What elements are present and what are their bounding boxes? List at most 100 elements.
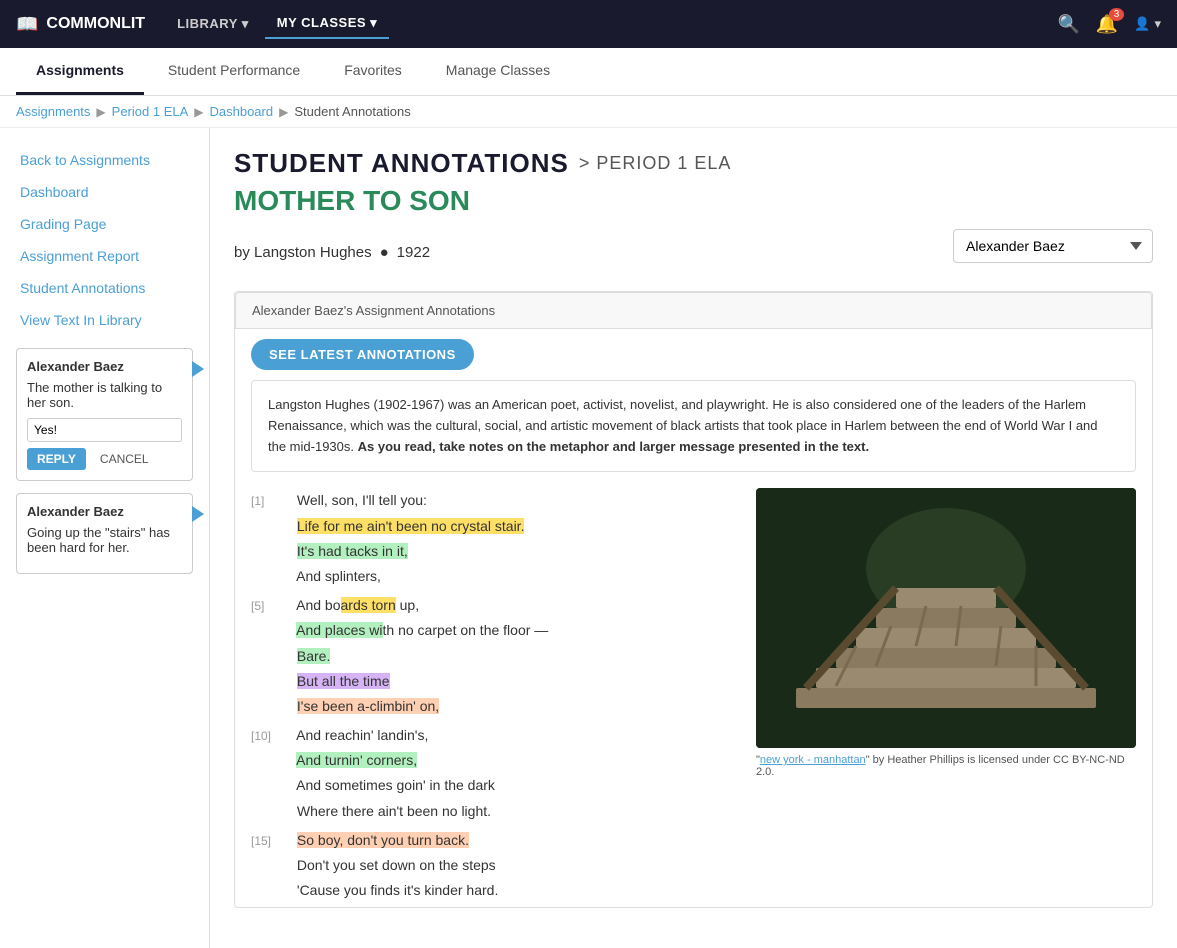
line-num-15: [15] [251,831,281,853]
line-num-5: [5] [251,596,281,618]
main-layout: Back to Assignments Dashboard Grading Pa… [0,128,1177,948]
annotation-header: Alexander Baez's Assignment Annotations [235,292,1152,329]
top-nav-menu: LIBRARY ▾ MY CLASSES ▾ [165,9,389,39]
line-1-4: And splinters, [251,564,736,589]
line-text-15-3: 'Cause you finds it's kinder hard. [297,882,498,898]
tab-assignments[interactable]: Assignments [16,48,144,95]
line-text-5-1c: up, [396,597,419,613]
comment-text-1: The mother is talking to her son. [27,380,182,410]
line-10-4: Where there ain't been no light. [251,799,736,824]
main-content: STUDENT ANNOTATIONS > Period 1 ELA MOTHE… [210,128,1177,948]
comment-arrow-1 [192,361,204,377]
logo[interactable]: 📖 COMMONLIT [16,14,145,35]
breadcrumb-arrow-1: ▶ [96,105,105,119]
stanza-5: [5] And boards torn up, And places with … [251,593,736,719]
poem-title: MOTHER TO SON [234,185,1153,217]
poem-author: by Langston Hughes [234,244,372,261]
line-5-4: But all the time [251,669,736,694]
line-5-1: [5] And boards torn up, [251,593,736,618]
stanza-1: [1] Well, son, I'll tell you: Life for m… [251,488,736,589]
sidebar-assignment-report[interactable]: Assignment Report [0,240,209,272]
annotation-block: Alexander Baez's Assignment Annotations … [234,291,1153,908]
comment-box-2: Alexander Baez Going up the "stairs" has… [16,493,193,574]
line-15-1: [15] So boy, don't you turn back. [251,828,736,853]
see-latest-button[interactable]: SEE LATEST ANNOTATIONS [251,339,474,370]
sidebar-grading-page[interactable]: Grading Page [0,208,209,240]
sidebar-view-text-library[interactable]: View Text In Library [0,304,209,336]
poem-lines: [1] Well, son, I'll tell you: Life for m… [251,488,736,907]
line-text-1-3: It's had tacks in it, [297,543,408,559]
comment-author-1: Alexander Baez [27,359,182,374]
comment-author-2: Alexander Baez [27,504,182,519]
line-text-1-4: And splinters, [296,568,381,584]
user-chevron: ▾ [1154,16,1161,32]
line-text-15-2: Don't you set down on the steps [297,857,496,873]
line-text-10-3: And sometimes goin' in the dark [296,777,495,793]
line-text-5-1: And bo [296,597,340,613]
secondary-navigation: Assignments Student Performance Favorite… [0,48,1177,96]
line-text-5-1b: ards torn [341,597,396,613]
search-icon[interactable]: 🔍 [1057,14,1079,35]
line-5-5: I'se been a-climbin' on, [251,694,736,719]
dot-separator: ● [380,244,389,261]
line-num-1: [1] [251,491,281,513]
breadcrumb-arrow-2: ▶ [194,105,203,119]
reply-btns-1: REPLY CANCEL [27,448,182,470]
image-credit: "new york - manhattan" by Heather Philli… [756,754,1136,778]
my-classes-menu-btn[interactable]: MY CLASSES ▾ [265,9,389,39]
reply-button-1[interactable]: REPLY [27,448,86,470]
student-selector[interactable]: Alexander Baez Student B Student C [953,229,1153,263]
user-menu-btn[interactable]: 👤 ▾ [1134,16,1161,32]
breadcrumb-dashboard[interactable]: Dashboard [210,104,274,119]
poem-image-container: "new york - manhattan" by Heather Philli… [756,488,1136,907]
reply-input-1[interactable] [27,418,182,442]
logo-text: COMMONLIT [46,15,145,33]
line-text-5-5: I'se been a-climbin' on, [297,698,439,714]
staircase-svg [756,488,1136,748]
cancel-button-1[interactable]: CANCEL [92,448,157,470]
line-num-10: [10] [251,726,281,748]
line-1-1: [1] Well, son, I'll tell you: [251,488,736,513]
line-text-1-1: Well, son, I'll tell you: [297,492,427,508]
line-text-5-3: Bare. [297,648,330,664]
breadcrumb-assignments[interactable]: Assignments [16,104,90,119]
line-text-10-2: And turnin' corners, [296,752,417,768]
period-label: > Period 1 ELA [579,153,732,174]
top-navigation: 📖 COMMONLIT LIBRARY ▾ MY CLASSES ▾ 🔍 🔔 3… [0,0,1177,48]
notification-icon[interactable]: 🔔 3 [1096,14,1118,35]
line-10-2: And turnin' corners, [251,748,736,773]
bio-text-bold: As you read, take notes on the metaphor … [358,439,869,454]
breadcrumb: Assignments ▶ Period 1 ELA ▶ Dashboard ▶… [0,96,1177,128]
poem-year: 1922 [397,244,430,261]
stanza-15: [15] So boy, don't you turn back. Don't … [251,828,736,904]
breadcrumb-period[interactable]: Period 1 ELA [112,104,189,119]
line-text-10-4: Where there ain't been no light. [297,803,491,819]
line-text-1-2: Life for me ain't been no crystal stair. [297,518,525,534]
breadcrumb-current: Student Annotations [294,104,410,119]
tab-favorites[interactable]: Favorites [324,48,422,95]
comment-text-2: Going up the "stairs" has been hard for … [27,525,182,555]
line-text-5-2: And places wi [296,622,382,638]
book-icon: 📖 [16,14,38,35]
line-text-5-2b: th no carpet on the floor — [383,622,549,638]
line-text-15-1: So boy, don't you turn back. [297,832,469,848]
line-5-3: Bare. [251,644,736,669]
line-text-5-4: But all the time [297,673,390,689]
sidebar-back-to-assignments[interactable]: Back to Assignments [0,144,209,176]
comment-arrow-2 [192,506,204,522]
line-1-3: It's had tacks in it, [251,539,736,564]
line-5-2: And places with no carpet on the floor — [251,618,736,643]
student-select-row: Alexander Baez Student B Student C [953,229,1153,263]
line-text-10-1: And reachin' landin's, [296,727,428,743]
tab-manage-classes[interactable]: Manage Classes [426,48,570,95]
sidebar: Back to Assignments Dashboard Grading Pa… [0,128,210,948]
tab-student-performance[interactable]: Student Performance [148,48,320,95]
line-10-3: And sometimes goin' in the dark [251,773,736,798]
library-menu-btn[interactable]: LIBRARY ▾ [165,9,261,39]
sidebar-student-annotations[interactable]: Student Annotations [0,272,209,304]
page-title: STUDENT ANNOTATIONS [234,148,569,179]
stanza-10: [10] And reachin' landin's, And turnin' … [251,723,736,824]
top-nav-left: 📖 COMMONLIT LIBRARY ▾ MY CLASSES ▾ [16,9,389,39]
sidebar-dashboard[interactable]: Dashboard [0,176,209,208]
notification-badge: 3 [1109,8,1125,21]
